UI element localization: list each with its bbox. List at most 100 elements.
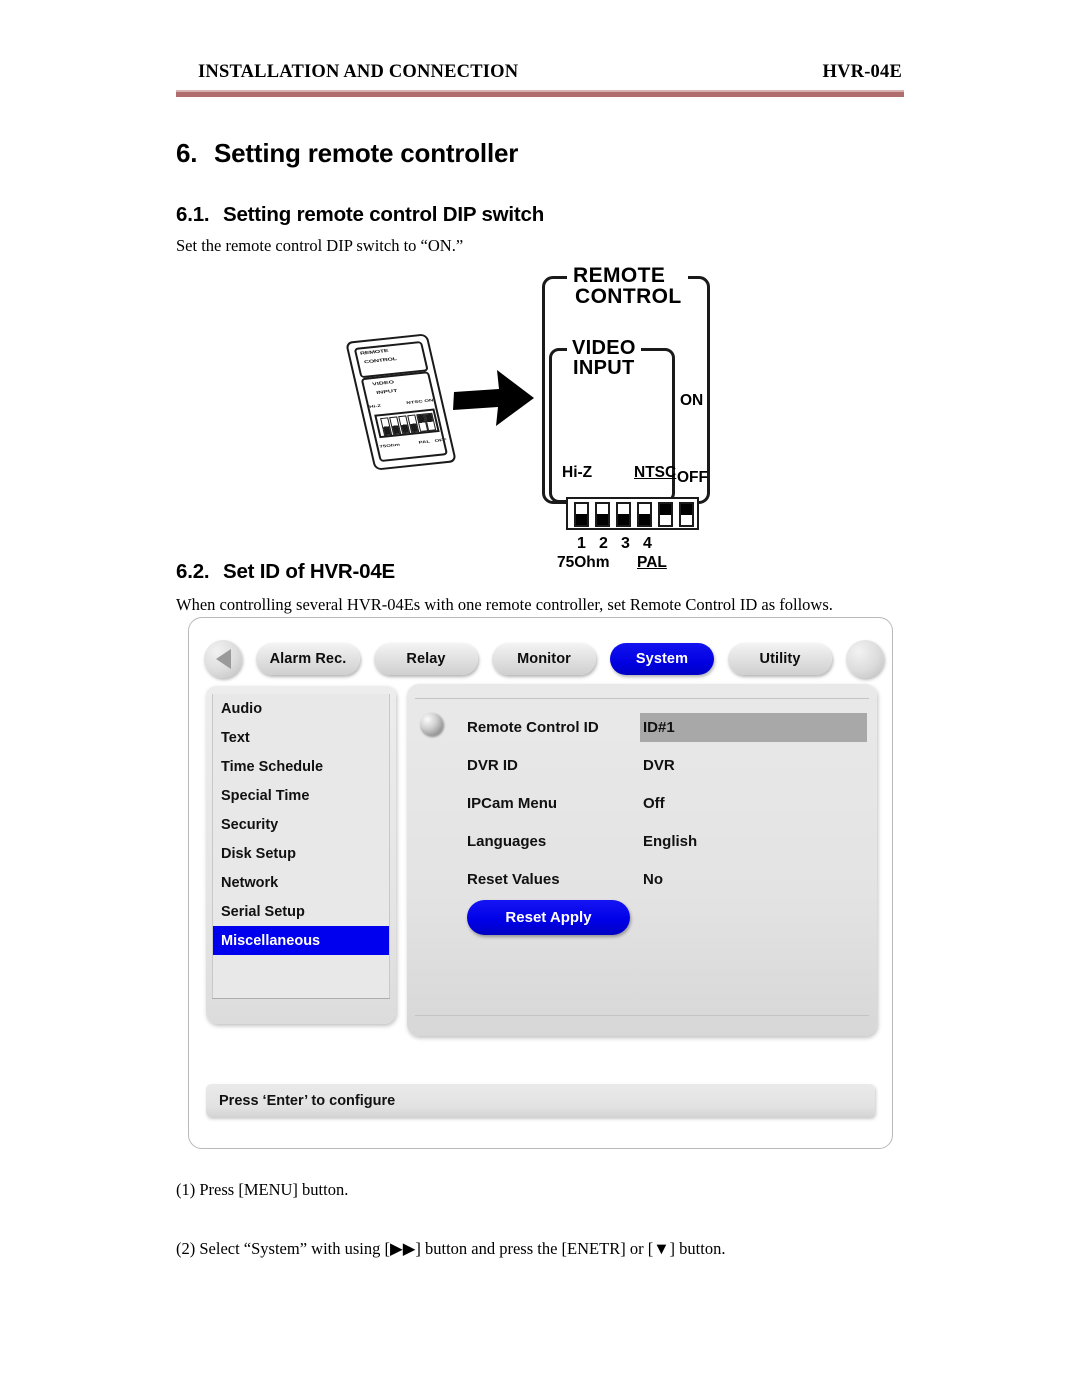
section-6-title: Setting remote controller — [214, 138, 519, 168]
dip-switch-figure: REMOTE CONTROL VIDEO INPUT Hi-Z NTSC ON … — [345, 265, 722, 571]
selection-knob-icon — [420, 713, 443, 736]
setting-value[interactable]: English — [643, 833, 867, 850]
sidebar-item-label: Miscellaneous — [221, 932, 321, 949]
dip-switch-housing — [566, 497, 699, 530]
page-header: INSTALLATION AND CONNECTION HVR-04E — [176, 62, 904, 83]
dip-label-on: ON — [680, 392, 704, 409]
legend-control: CONTROL — [575, 285, 682, 309]
legend-video: VIDEO — [572, 337, 636, 359]
step-1: (1) Press [MENU] button. — [176, 1179, 349, 1199]
sidebar-item-special-time[interactable]: Special Time — [213, 781, 389, 810]
section-6-2-title: Set ID of HVR-04E — [223, 560, 396, 583]
sidebar-item-label: Text — [221, 729, 250, 746]
setting-label: Remote Control ID — [467, 719, 599, 736]
section-6-1-heading: 6.1. Setting remote control DIP switch — [176, 203, 544, 227]
osd-status-bar: Press ‘Enter’ to configure — [206, 1084, 875, 1117]
dip-label-off: OFF — [677, 469, 708, 486]
osd-settings-panel: Remote Control ID ID#1 DVR ID DVR IPCam … — [407, 684, 877, 1036]
remote-control-legend: REMOTE CONTROL — [567, 265, 688, 308]
setting-label: DVR ID — [467, 757, 518, 774]
dip-label-ntsc: NTSC — [634, 464, 677, 481]
setting-value[interactable]: ID#1 — [640, 713, 867, 742]
arrow-right-icon — [453, 370, 534, 426]
dip-switch-6[interactable] — [679, 502, 694, 527]
sidebar-item-label: Network — [221, 874, 279, 891]
sidebar-item-miscellaneous[interactable]: Miscellaneous — [213, 926, 389, 955]
chevron-left-icon — [215, 649, 231, 669]
dvr-osd-screenshot: Alarm Rec. Relay Monitor System Utility … — [188, 617, 893, 1149]
section-6-1-title: Setting remote control DIP switch — [223, 203, 545, 226]
nav-prev-button[interactable] — [204, 640, 242, 678]
dip-switch-4[interactable] — [637, 502, 652, 527]
section-6-number: 6. — [176, 138, 198, 168]
setting-label: Reset Values — [467, 871, 560, 888]
dip-switch-3[interactable] — [616, 502, 631, 527]
section-6-2-body: When controlling several HVR-04Es with o… — [176, 595, 833, 614]
header-title-left: INSTALLATION AND CONNECTION — [198, 62, 519, 82]
tab-utility[interactable]: Utility — [728, 643, 832, 675]
setting-row-ipcam-menu[interactable]: IPCam Menu Off — [467, 789, 867, 818]
sidebar-item-security[interactable]: Security — [213, 810, 389, 839]
dip-switch-number-4: 4 — [643, 535, 652, 552]
tab-utility-label: Utility — [759, 651, 801, 667]
legend-remote: REMOTE — [573, 264, 666, 287]
sidebar-item-label: Time Schedule — [221, 758, 324, 775]
sidebar-item-serial-setup[interactable]: Serial Setup — [213, 897, 389, 926]
video-input-legend: VIDEO INPUT — [567, 338, 641, 379]
osd-tab-bar: Alarm Rec. Relay Monitor System Utility — [204, 639, 884, 679]
dip-switch-number-2: 2 — [599, 535, 608, 552]
section-6-heading: 6. Setting remote controller — [176, 138, 518, 169]
sidebar-item-time-schedule[interactable]: Time Schedule — [213, 752, 389, 781]
dip-switch-number-1: 1 — [577, 535, 586, 552]
sidebar-item-network[interactable]: Network — [213, 868, 389, 897]
reset-apply-label: Reset Apply — [505, 909, 592, 926]
tab-relay-label: Relay — [406, 651, 446, 667]
tab-system[interactable]: System — [610, 643, 714, 675]
legend-input: INPUT — [573, 357, 635, 380]
setting-value[interactable]: DVR — [643, 757, 867, 774]
nav-next-button[interactable] — [846, 640, 884, 678]
sidebar-item-disk-setup[interactable]: Disk Setup — [213, 839, 389, 868]
setting-label: IPCam Menu — [467, 795, 558, 812]
dip-switch-1[interactable] — [574, 502, 589, 527]
remote-control-group: REMOTE CONTROL VIDEO INPUT Hi-Z NTSC 1 2… — [542, 265, 710, 571]
sidebar-item-label: Serial Setup — [221, 903, 305, 920]
setting-row-reset-values[interactable]: Reset Values No — [467, 865, 867, 894]
tab-relay[interactable]: Relay — [374, 643, 478, 675]
setting-value[interactable]: No — [643, 871, 867, 888]
tab-monitor[interactable]: Monitor — [492, 643, 596, 675]
tab-system-label: System — [635, 651, 689, 667]
video-input-group: VIDEO INPUT Hi-Z NTSC 1 2 3 4 75Ohm PAL — [549, 338, 699, 571]
dip-switch-number-3: 3 — [621, 535, 630, 552]
reset-apply-button[interactable]: Reset Apply — [467, 900, 630, 935]
header-model-right: HVR-04E — [822, 62, 902, 82]
setting-value[interactable]: Off — [643, 795, 867, 812]
osd-settings-inner — [415, 698, 869, 1016]
setting-row-dvr-id[interactable]: DVR ID DVR — [467, 751, 867, 780]
dip-label-pal: PAL — [637, 554, 667, 571]
tab-alarm-rec[interactable]: Alarm Rec. — [256, 643, 360, 675]
osd-sidebar: Audio Text Time Schedule Special Time Se… — [206, 686, 396, 1024]
dip-label-hiz: Hi-Z — [562, 464, 593, 481]
sidebar-footer-divider — [212, 998, 390, 1017]
setting-row-languages[interactable]: Languages English — [467, 827, 867, 856]
mini-remote-label: REMOTE CONTROL VIDEO INPUT Hi-Z NTSC ON … — [345, 333, 457, 471]
tab-monitor-label: Monitor — [517, 651, 571, 667]
section-6-1-number: 6.1. — [176, 203, 210, 226]
sidebar-item-text[interactable]: Text — [213, 723, 389, 752]
sidebar-item-label: Audio — [221, 700, 263, 717]
header-divider — [176, 90, 904, 97]
dip-switch-2[interactable] — [595, 502, 610, 527]
dip-switch-5[interactable] — [658, 502, 673, 527]
sidebar-item-audio[interactable]: Audio — [213, 694, 389, 723]
osd-sidebar-list: Audio Text Time Schedule Special Time Se… — [212, 694, 390, 998]
sidebar-item-label: Security — [221, 816, 279, 833]
tab-alarm-rec-label: Alarm Rec. — [269, 651, 347, 667]
setting-row-remote-control-id[interactable]: Remote Control ID ID#1 — [467, 713, 867, 742]
section-6-1-body: Set the remote control DIP switch to “ON… — [176, 236, 464, 255]
section-6-2-heading: 6.2. Set ID of HVR-04E — [176, 560, 395, 584]
setting-label: Languages — [467, 833, 547, 850]
status-bar-text: Press ‘Enter’ to configure — [219, 1092, 396, 1109]
sidebar-item-label: Special Time — [221, 787, 310, 804]
section-6-2-number: 6.2. — [176, 560, 210, 583]
